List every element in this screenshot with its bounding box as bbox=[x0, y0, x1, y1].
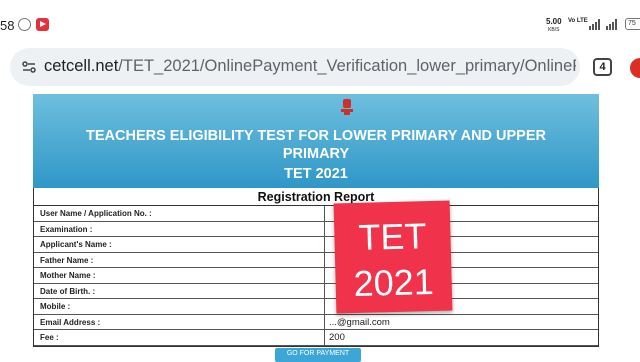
tet-2021-overlay-card: TET 2021 bbox=[333, 200, 453, 314]
field-label: Examination : bbox=[40, 224, 93, 234]
url-host: cetcell.net bbox=[44, 57, 119, 75]
field-label: Email Address : bbox=[40, 317, 101, 327]
field-label: Mother Name : bbox=[40, 271, 96, 280]
field-label: Date of Birth. : bbox=[40, 286, 96, 296]
overlay-line-2: 2021 bbox=[353, 260, 435, 305]
field-label: Mobile : bbox=[40, 302, 71, 311]
report-heading: Registration Report bbox=[34, 188, 598, 206]
report-row: Examination : bbox=[34, 221, 598, 237]
field-label: Father Name : bbox=[40, 255, 94, 265]
site-info-icon[interactable] bbox=[22, 60, 36, 74]
page-content: TEACHERS ELIGIBILITY TEST FOR LOWER PRIM… bbox=[0, 92, 640, 362]
field-label: Fee : bbox=[40, 333, 59, 342]
page-title: TEACHERS ELIGIBILITY TEST FOR LOWER PRIM… bbox=[33, 127, 599, 163]
net-speed: 5.00 KB/S bbox=[546, 18, 562, 34]
status-bar: 58 5.00 KB/S Vo LTE 75 bbox=[0, 0, 640, 48]
url-path: /TET_2021/OnlinePayment_Verification_low… bbox=[118, 57, 576, 75]
report-row: Father Name : bbox=[34, 252, 598, 268]
report-row: Mobile : bbox=[34, 299, 598, 315]
report-row: User Name / Application No. : bbox=[34, 206, 598, 222]
url-bar[interactable]: cetcell.net/TET_2021/OnlinePayment_Verif… bbox=[10, 48, 580, 86]
report-row: Email Address : ...@gmail.com bbox=[34, 314, 598, 330]
report-row: Fee : 200 bbox=[34, 330, 598, 346]
net-speed-value: 5.00 bbox=[546, 17, 562, 26]
registration-report: Registration Report User Name / Applicat… bbox=[33, 188, 599, 347]
battery-level: 75 bbox=[628, 20, 636, 27]
menu-button[interactable] bbox=[630, 58, 640, 78]
report-row: Date of Birth. : bbox=[34, 283, 598, 299]
status-time: 58 bbox=[0, 18, 15, 33]
page-title-line-1: TEACHERS ELIGIBILITY TEST FOR LOWER PRIM… bbox=[86, 128, 546, 144]
overlay-line-1: TET bbox=[357, 215, 427, 258]
signal-4g-icon bbox=[589, 18, 603, 30]
tab-switcher-button[interactable]: 4 bbox=[593, 58, 612, 76]
report-row: Applicant's Name : bbox=[34, 237, 598, 253]
youtube-icon bbox=[36, 18, 49, 31]
field-label: User Name / Application No. : bbox=[40, 209, 152, 218]
battery-icon: 75 bbox=[625, 18, 640, 30]
field-value: 200 bbox=[329, 332, 345, 343]
header-banner: TEACHERS ELIGIBILITY TEST FOR LOWER PRIM… bbox=[33, 94, 599, 188]
report-row: Mother Name : bbox=[34, 268, 598, 284]
emblem-icon bbox=[341, 99, 353, 115]
page-title-line-2: PRIMARY bbox=[282, 146, 350, 162]
signal-icon bbox=[606, 18, 618, 30]
page-subtitle: TET 2021 bbox=[284, 166, 348, 182]
net-speed-unit: KB/S bbox=[548, 27, 560, 33]
notification-icon bbox=[18, 18, 31, 31]
url-text[interactable]: cetcell.net/TET_2021/OnlinePayment_Verif… bbox=[44, 57, 576, 76]
field-label: Applicant's Name : bbox=[40, 240, 112, 249]
volte-label: Vo LTE bbox=[568, 18, 588, 24]
field-value: ...@gmail.com bbox=[329, 316, 390, 328]
